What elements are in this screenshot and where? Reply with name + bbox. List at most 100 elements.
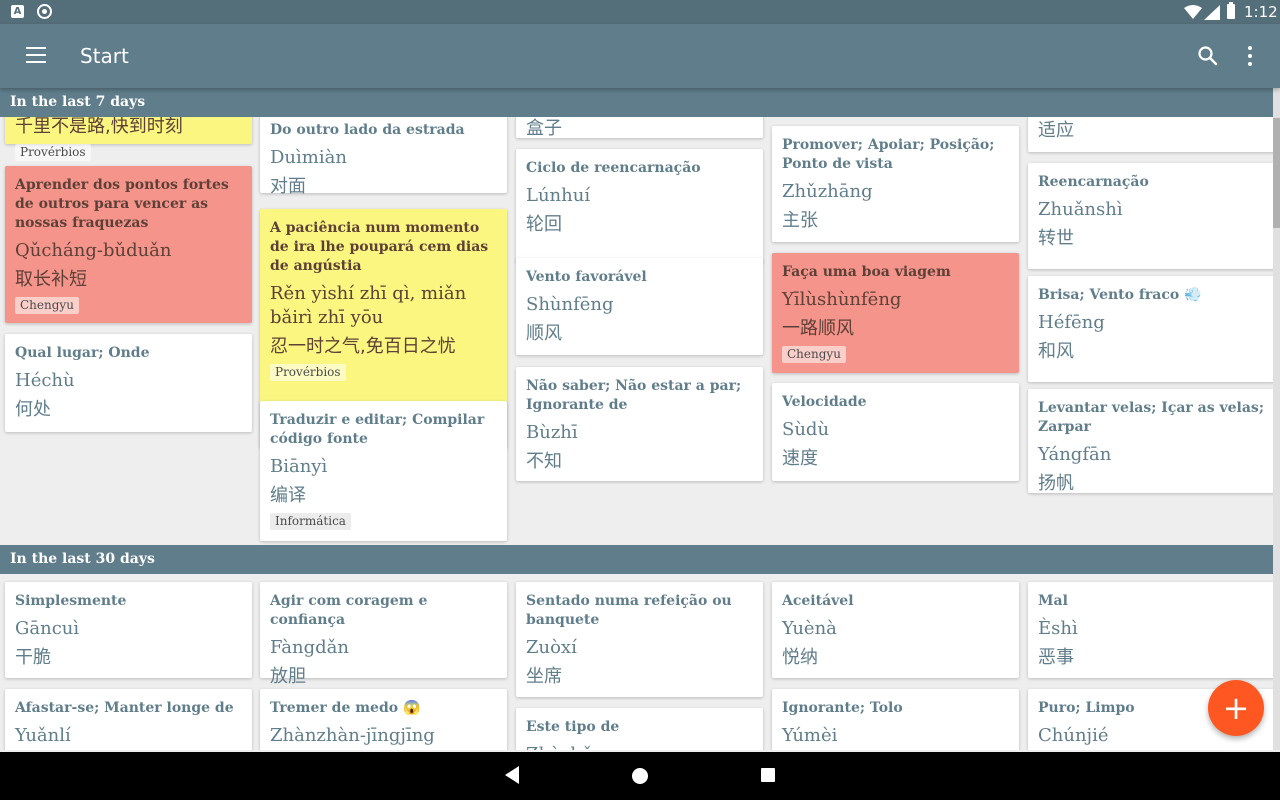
word-card[interactable]: Brisa; Vento fraco 💨 Héfēng 和风 <box>1028 276 1273 382</box>
section-header: In the last 7 days <box>0 88 1273 117</box>
card-pinyin: Biānyì <box>270 456 328 477</box>
battery-icon <box>1227 2 1235 19</box>
menu-icon[interactable] <box>26 47 46 65</box>
back-icon[interactable] <box>505 766 519 784</box>
word-card[interactable]: Faça uma boa viagem Yīlùshùnfēng 一路顺风 Cheng… <box>772 253 1019 373</box>
more-vert-icon[interactable] <box>1240 44 1260 68</box>
card-pinyin: Lúnhuí <box>526 185 591 206</box>
word-card[interactable]: Traduzir e editar; Compilar código fonte… <box>260 401 507 541</box>
card-meaning: Vento favorável <box>526 269 647 285</box>
scrollbar-thumb[interactable] <box>1273 118 1280 228</box>
card-hanzi: 盒子 <box>526 118 562 139</box>
notification-a-icon: A <box>11 5 24 18</box>
card-meaning: Aceitável <box>782 593 854 609</box>
card-hanzi: 和风 <box>1038 341 1074 362</box>
word-card[interactable]: Este tipo de Zhèzhǒng <box>516 708 763 750</box>
card-pinyin: Qǔcháng-bǔduǎn <box>15 240 172 261</box>
card-pinyin: Shùnfēng <box>526 294 614 315</box>
card-pinyin: Gāncuì <box>15 618 80 639</box>
card-meaning: Velocidade <box>782 394 867 410</box>
card-tag-row: Chengyu <box>15 292 242 314</box>
card-hanzi: 不知 <box>526 451 562 472</box>
word-card[interactable]: Reencarnação Zhuǎnshì 转世 <box>1028 163 1273 269</box>
card-meaning: Afastar-se; Manter longe de <box>15 700 234 716</box>
card-pinyin: Rěn yìshí zhī qì, miǎn bǎirì zhī yōu <box>270 283 467 328</box>
card-meaning: Faça uma boa viagem <box>782 264 951 280</box>
word-card[interactable]: 盒子 <box>516 117 763 139</box>
card-meaning: Mal <box>1038 593 1068 609</box>
card-meaning: A paciência num momento de ira lhe poupa… <box>270 220 489 274</box>
word-card[interactable]: Do outro lado da estrada Duìmiàn 对面 <box>260 117 507 197</box>
category-tag: Chengyu <box>15 297 79 314</box>
card-hanzi: 顺风 <box>526 323 562 344</box>
card-hanzi: 编译 <box>270 485 306 506</box>
card-hanzi: 对面 <box>270 176 306 197</box>
word-card[interactable]: Aceitável Yuènà 悦纳 <box>772 582 1019 678</box>
card-meaning: Qual lugar; Onde <box>15 345 150 361</box>
word-card[interactable]: Ignorante; ToloYúmèi愚昧 <box>772 689 1019 750</box>
word-card[interactable]: 千里不是路,快到时刻 Provérbios <box>5 117 252 161</box>
scrollbar[interactable] <box>1273 88 1280 750</box>
category-tag: Provérbios <box>15 144 91 161</box>
card-meaning: Brisa; Vento fraco 💨 <box>1038 287 1202 303</box>
card-meaning: Ciclo de reencarnação <box>526 160 701 176</box>
card-hanzi: 扬帆 <box>1038 473 1074 494</box>
card-tag-row: Provérbios <box>15 139 242 161</box>
card-hanzi: 千里不是路,快到时刻 <box>15 117 183 137</box>
card-hanzi: 何处 <box>15 399 51 420</box>
card-meaning: Simplesmente <box>15 593 127 609</box>
word-card[interactable]: Qual lugar; Onde Héchù 何处 <box>5 334 252 432</box>
card-pinyin: Yīlùshùnfēng <box>782 289 902 310</box>
card-pinyin: Yuènà <box>782 618 837 639</box>
card-hanzi: 一路顺风 <box>782 318 854 339</box>
card-pinyin: Duìmiàn <box>270 147 347 168</box>
word-card[interactable]: Mal Èshì 恶事 <box>1028 582 1273 678</box>
notification-circle-icon <box>37 4 52 19</box>
card-pinyin: Yuǎnlí <box>15 725 71 746</box>
add-button[interactable]: + <box>1208 680 1264 736</box>
card-meaning: Reencarnação <box>1038 174 1149 190</box>
card-meaning: Este tipo de <box>526 719 620 735</box>
card-meaning: Aprender dos pontos fortes de outros par… <box>15 177 229 231</box>
word-card[interactable]: Ciclo de reencarnação Lúnhuí 轮回 <box>516 149 763 263</box>
card-hanzi: 忍一时之气,免百日之忧 <box>270 336 456 357</box>
status-time: 1:12 <box>1244 3 1278 21</box>
section-7-days-grid: 千里不是路,快到时刻 Provérbios Aprender dos pontos … <box>0 117 1273 545</box>
word-card[interactable]: Não saber; Não estar a par; Ignorante de… <box>516 367 763 481</box>
word-card[interactable]: Simplesmente Gāncuì 干脆 <box>5 582 252 678</box>
section-header: In the last 30 days <box>0 545 1273 574</box>
recent-apps-icon[interactable] <box>761 768 775 782</box>
card-hanzi: 放胆 <box>270 666 306 687</box>
signal-icon <box>1204 5 1220 20</box>
card-meaning: Do outro lado da estrada <box>270 122 465 138</box>
category-tag: Informática <box>270 513 351 530</box>
search-icon[interactable] <box>1197 45 1219 67</box>
word-card[interactable]: Afastar-se; Manter longe deYuǎnlí远离 <box>5 689 252 750</box>
card-pinyin: Yángfān <box>1038 444 1112 465</box>
card-pinyin: Zhǔzhāng <box>782 181 873 202</box>
word-card[interactable]: 适应 <box>1028 117 1273 152</box>
word-card[interactable]: Promover; Apoiar; Posição; Ponto de vist… <box>772 126 1019 242</box>
word-card[interactable]: Levantar velas; Içar as velas; Zarpar Yán… <box>1028 389 1273 494</box>
word-card[interactable]: Agir com coragem e confiança Fàngdǎn 放胆 <box>260 582 507 687</box>
home-icon[interactable] <box>632 768 648 784</box>
word-card[interactable]: Aprender dos pontos fortes de outros par… <box>5 166 252 323</box>
card-meaning: Promover; Apoiar; Posição; Ponto de vist… <box>782 137 995 172</box>
word-card[interactable]: Velocidade Sùdù 速度 <box>772 383 1019 481</box>
card-pinyin: Yúmèi <box>782 725 838 746</box>
card-pinyin: Zuòxí <box>526 637 577 658</box>
card-pinyin: Zhànzhàn-jīngjīng <box>270 725 435 746</box>
card-pinyin: Zhuǎnshì <box>1038 199 1123 220</box>
section-30-days-grid: Simplesmente Gāncuì 干脆 Afastar-se; Manter l… <box>0 574 1273 750</box>
word-card[interactable]: Vento favorável Shùnfēng 顺风 <box>516 258 763 355</box>
card-pinyin: Héfēng <box>1038 312 1105 333</box>
word-card[interactable]: Sentado numa refeição ou banquete Zuòxí 坐席 <box>516 582 763 697</box>
category-tag: Chengyu <box>782 346 846 363</box>
card-tag-row: Chengyu <box>782 341 1009 363</box>
card-tag-row: Provérbios <box>270 359 497 381</box>
word-card[interactable]: Tremer de medo 😱Zhànzhàn-jīngjīng战战兢兢 <box>260 689 507 750</box>
card-meaning: Sentado numa refeição ou banquete <box>526 593 732 628</box>
status-bar: A 1:12 <box>0 0 1280 24</box>
card-hanzi: 取长补短 <box>15 269 87 290</box>
card-meaning: Levantar velas; Içar as velas; Zarpar <box>1038 400 1264 435</box>
